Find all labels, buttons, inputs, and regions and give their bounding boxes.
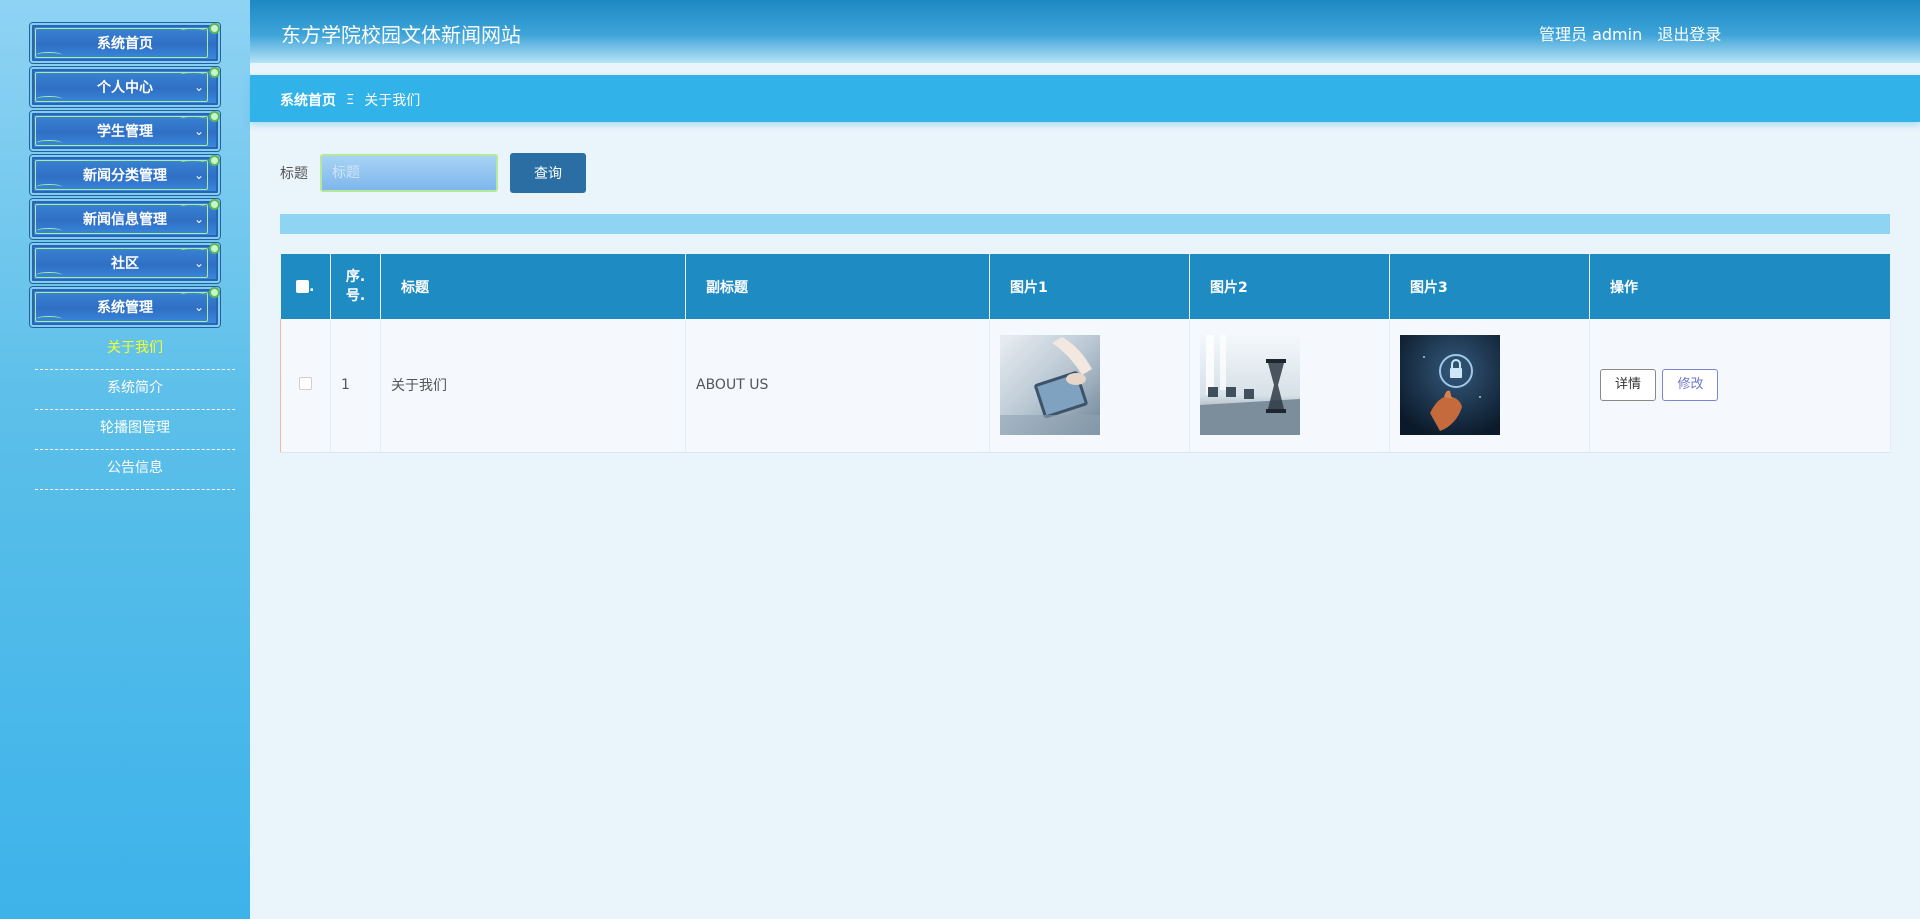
breadcrumb-bar: 系统首页 Ξ 关于我们	[250, 75, 1920, 122]
meeting-room-hourglass-image	[1200, 335, 1300, 436]
row-title: 关于我们	[380, 319, 686, 453]
menu-item-label: 系统首页	[97, 36, 153, 52]
menu-item-system-management[interactable]: 系统管理 ⌄	[30, 287, 220, 327]
breadcrumb-current: 关于我们	[364, 93, 421, 109]
row-actions: 详情 修改	[1589, 319, 1891, 453]
breadcrumb-home[interactable]: 系统首页	[280, 90, 336, 110]
toolbar-strip	[280, 214, 1890, 234]
edit-button[interactable]: 修改	[1662, 369, 1719, 402]
search-label: 标题	[280, 166, 308, 182]
top-header: 东方学院校园文体新闻网站 管理员 admin 退出登录	[250, 0, 1920, 63]
chevron-down-icon: ⌄	[193, 256, 204, 270]
menu-item-news-info[interactable]: 新闻信息管理 ⌄	[30, 199, 220, 239]
select-all-checkbox[interactable]	[296, 280, 310, 293]
menu-item-label: 新闻信息管理	[83, 212, 167, 228]
chevron-down-icon: ⌄	[193, 300, 204, 314]
subtitle-header: 副标题	[685, 254, 990, 319]
table-row: 1 关于我们 ABOUT US 详情 修改	[280, 319, 1891, 453]
user-area: 管理员 admin 退出登录	[1539, 21, 1721, 45]
business-tablet-image	[1000, 335, 1100, 436]
menu-item-news-category[interactable]: 新闻分类管理 ⌄	[30, 155, 220, 195]
row-pic2-cell	[1189, 319, 1390, 453]
breadcrumb-separator-icon: Ξ	[346, 92, 355, 108]
admin-username: 管理员 admin	[1539, 25, 1643, 44]
pic2-header: 图片2	[1189, 254, 1390, 319]
submenu-item-about-us[interactable]: 关于我们	[35, 330, 235, 370]
menu-item-home[interactable]: 系统首页	[30, 23, 220, 63]
menu-item-label: 个人中心	[97, 80, 153, 96]
detail-button[interactable]: 详情	[1600, 369, 1657, 402]
site-title: 东方学院校园文体新闻网站	[281, 23, 521, 47]
chevron-down-icon: ⌄	[193, 168, 204, 182]
chevron-down-icon: ⌄	[193, 80, 204, 94]
menu-item-label: 学生管理	[97, 124, 153, 140]
menu-item-label: 系统管理	[97, 300, 153, 316]
index-header: 序. 号.	[330, 254, 381, 319]
pic3-header: 图片3	[1389, 254, 1590, 319]
logout-link[interactable]: 退出登录	[1657, 25, 1721, 44]
row-pic1-cell	[989, 319, 1190, 453]
sidebar-menu: 系统首页 个人中心 ⌄ 学生管理 ⌄ 新闻分类管理 ⌄ 新闻信息管理 ⌄ 社区 …	[30, 23, 220, 331]
sidebar: 系统首页 个人中心 ⌄ 学生管理 ⌄ 新闻分类管理 ⌄ 新闻信息管理 ⌄ 社区 …	[0, 0, 250, 919]
title-search-input[interactable]	[320, 154, 498, 192]
menu-item-label: 新闻分类管理	[83, 168, 167, 184]
table-header-row: . 序. 号. 标题 副标题 图片1 图片2 图片3 操作	[280, 254, 1891, 319]
row-subtitle: ABOUT US	[685, 319, 990, 453]
search-button[interactable]: 查询	[510, 153, 586, 193]
submenu-item-carousel[interactable]: 轮播图管理	[35, 410, 235, 450]
chevron-down-icon: ⌄	[193, 124, 204, 138]
data-table: . 序. 号. 标题 副标题 图片1 图片2 图片3 操作 1 关于我们 ABO…	[280, 254, 1891, 453]
pic1-header: 图片1	[989, 254, 1190, 319]
submenu-item-system-intro[interactable]: 系统简介	[35, 370, 235, 410]
security-lock-hand-image	[1400, 335, 1500, 436]
menu-item-community[interactable]: 社区 ⌄	[30, 243, 220, 283]
row-pic3-cell	[1389, 319, 1590, 453]
submenu-item-announcements[interactable]: 公告信息	[35, 450, 235, 490]
row-index: 1	[330, 319, 381, 453]
menu-item-student-management[interactable]: 学生管理 ⌄	[30, 111, 220, 151]
breadcrumb: 系统首页 Ξ 关于我们	[280, 90, 420, 110]
menu-item-personal-center[interactable]: 个人中心 ⌄	[30, 67, 220, 107]
menu-item-label: 社区	[111, 256, 139, 272]
action-header: 操作	[1589, 254, 1891, 319]
row-select-cell	[280, 319, 331, 453]
chevron-down-icon: ⌄	[193, 212, 204, 226]
select-all-header[interactable]: .	[280, 254, 331, 319]
system-submenu: 关于我们 系统简介 轮播图管理 公告信息	[35, 330, 235, 490]
row-checkbox[interactable]	[299, 376, 312, 390]
title-header: 标题	[380, 254, 686, 319]
